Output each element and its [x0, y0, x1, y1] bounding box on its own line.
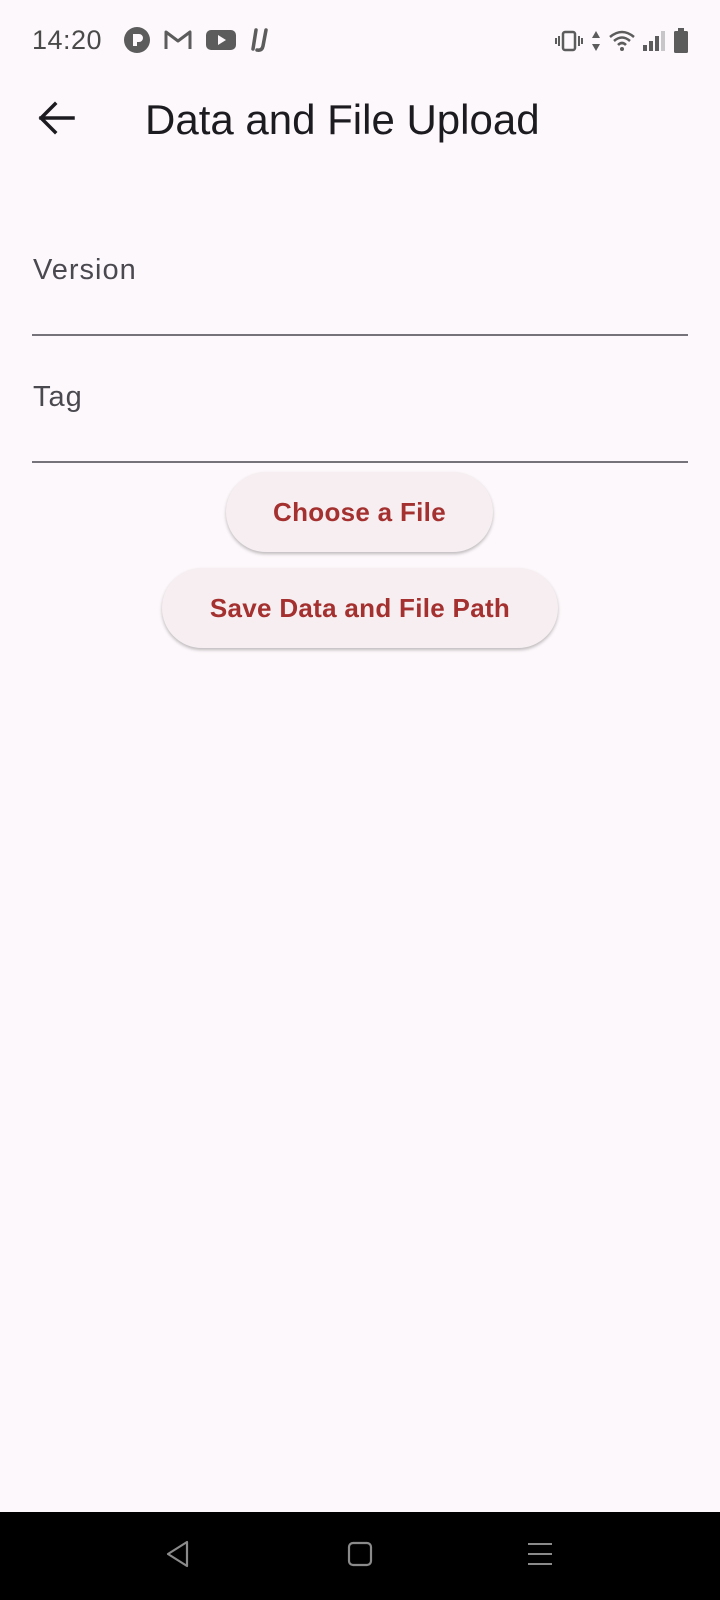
screen: 14:20 Data and File Upload Version Tag C…	[0, 0, 720, 1600]
gmail-icon	[163, 28, 193, 52]
battery-icon	[672, 28, 690, 54]
vibrate-icon	[554, 29, 584, 53]
save-data-button[interactable]: Save Data and File Path	[162, 568, 558, 648]
arrow-back-icon	[37, 101, 75, 140]
home-square-icon	[346, 1540, 374, 1573]
notification-icons	[123, 25, 273, 55]
nav-recents-button[interactable]	[518, 1534, 562, 1578]
back-triangle-icon	[163, 1539, 193, 1574]
tag-field-label: Tag	[33, 381, 83, 413]
intellij-icon	[249, 27, 273, 53]
back-button[interactable]	[28, 92, 84, 148]
status-bar: 14:20	[0, 0, 720, 80]
nav-home-button[interactable]	[338, 1534, 382, 1578]
wifi-icon	[608, 29, 636, 53]
version-field-label: Version	[33, 254, 137, 286]
app-bar: Data and File Upload	[0, 80, 720, 160]
choose-file-button[interactable]: Choose a File	[226, 472, 493, 552]
version-field[interactable]: Version	[32, 244, 688, 336]
menu-lines-icon	[526, 1540, 554, 1573]
status-time: 14:20	[32, 25, 103, 55]
nav-back-button[interactable]	[156, 1534, 200, 1578]
page-title: Data and File Upload	[145, 96, 540, 143]
signal-icon	[642, 29, 666, 53]
system-icons	[554, 26, 690, 56]
youtube-icon	[205, 28, 237, 52]
tag-field[interactable]: Tag	[32, 371, 688, 463]
system-nav-bar	[0, 1512, 720, 1600]
data-arrows-icon	[590, 29, 602, 53]
pocket-casts-icon	[123, 26, 151, 54]
